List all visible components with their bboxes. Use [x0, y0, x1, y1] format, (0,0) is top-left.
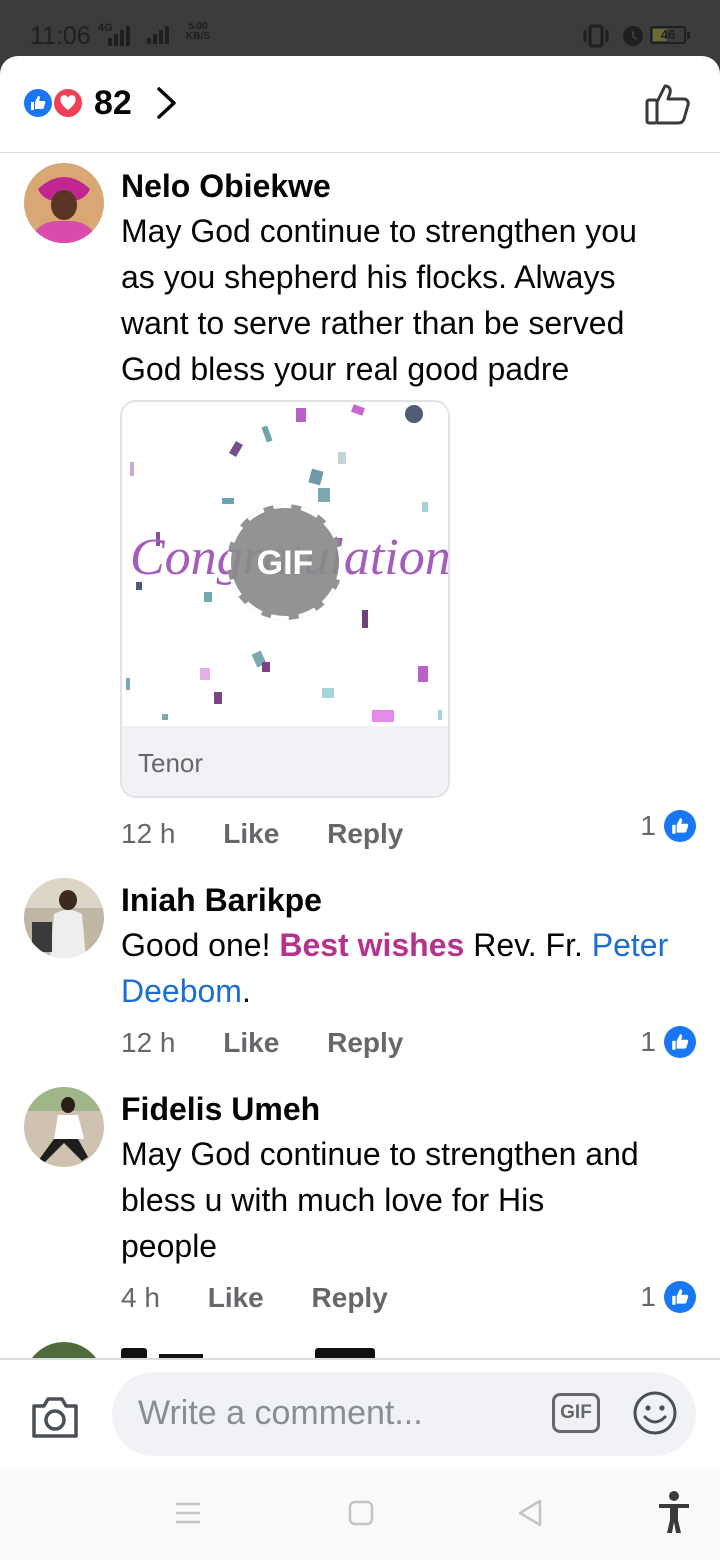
recent-apps-icon[interactable]	[174, 1500, 202, 1526]
network-speed-unit: KB/S	[186, 31, 210, 42]
comment-timestamp[interactable]: 4 h	[121, 1282, 160, 1314]
battery-icon: 46	[650, 26, 690, 44]
like-button[interactable]: Like	[208, 1282, 264, 1314]
like-reaction-icon	[664, 810, 696, 842]
comment-reaction-count: 1	[640, 1026, 656, 1057]
comment-text-part: .	[241, 973, 251, 1009]
comment-text: Good one! Best wishes Rev. Fr. Peter Deeb…	[121, 922, 701, 1014]
signal-icon-2	[147, 26, 169, 44]
network-speed: 5.00 KB/S	[186, 22, 210, 42]
home-icon[interactable]	[348, 1500, 374, 1526]
camera-icon[interactable]	[30, 1394, 80, 1440]
comment-author[interactable]: Fidelis Umeh	[121, 1091, 320, 1128]
comment-line: people	[121, 1228, 218, 1264]
comments-sheet: 82 Nelo Obiekwe May God continue to stre…	[0, 56, 720, 1560]
vibrate-icon	[583, 24, 609, 48]
like-reaction-icon	[664, 1281, 696, 1313]
love-reaction-icon[interactable]	[52, 87, 84, 119]
comment-timestamp[interactable]: 12 h	[121, 1027, 176, 1059]
gif-overlay-label: GIF	[257, 544, 314, 582]
comment-author[interactable]: Iniah Barikpe	[121, 882, 322, 919]
avatar[interactable]	[24, 1087, 104, 1167]
comment-reaction-count: 1	[640, 1281, 656, 1312]
chevron-right-icon[interactable]	[154, 86, 178, 120]
mention-link[interactable]: Peter	[592, 927, 668, 963]
thumbs-up-outline-icon[interactable]	[644, 82, 692, 126]
next-comment-partial	[24, 1342, 104, 1358]
comment-text-part: Good one!	[121, 927, 280, 963]
signal-icon	[108, 26, 130, 46]
comment-timestamp[interactable]: 12 h	[121, 818, 176, 850]
gif-button[interactable]: GIF	[552, 1393, 600, 1433]
emoji-icon[interactable]	[632, 1390, 678, 1436]
accessibility-icon[interactable]	[656, 1490, 692, 1534]
comment-line: May God continue to strengthen and	[121, 1136, 639, 1172]
comment-reactions[interactable]: 1	[640, 810, 696, 842]
comment-actions: 4 h Like Reply	[121, 1282, 428, 1314]
comment-line: bless u with much love for His	[121, 1182, 545, 1218]
comment-line: as you shepherd his flocks. Always	[121, 259, 616, 295]
gif-attachment[interactable]: Congratulations! GIF Tenor	[120, 400, 450, 798]
reply-button[interactable]: Reply	[327, 1027, 403, 1059]
reply-button[interactable]: Reply	[312, 1282, 388, 1314]
reply-button[interactable]: Reply	[327, 818, 403, 850]
reaction-count[interactable]: 82	[94, 84, 132, 123]
comment-line: May God continue to strengthen you	[121, 213, 637, 249]
back-icon[interactable]	[516, 1498, 544, 1528]
comment-text: May God continue to strengthen and bless…	[121, 1131, 701, 1269]
gif-footer: Tenor	[122, 726, 448, 796]
next-comment-author-partial	[121, 1348, 381, 1358]
comment-line: God bless your real good padre	[121, 351, 570, 387]
reactions-header: 82	[0, 56, 720, 153]
like-reaction-icon	[664, 1026, 696, 1058]
comment-text: May God continue to strengthen you as yo…	[121, 208, 701, 392]
comment-reactions[interactable]: 1	[640, 1026, 696, 1058]
avatar[interactable]	[24, 163, 104, 243]
battery-level: 46	[660, 27, 676, 42]
avatar[interactable]	[24, 1342, 104, 1358]
system-navigation-bar	[0, 1468, 720, 1560]
comment-text-part: Rev. Fr.	[464, 927, 592, 963]
comment-actions: 12 h Like Reply	[121, 1027, 443, 1059]
comment-author[interactable]: Nelo Obiekwe	[121, 168, 331, 205]
alarm-icon	[623, 26, 643, 46]
comment-reactions[interactable]: 1	[640, 1281, 696, 1313]
comment-input-placeholder: Write a comment...	[138, 1394, 423, 1432]
status-time: 11:06	[30, 22, 91, 50]
mention-link[interactable]: Deebom	[121, 973, 242, 1009]
gif-preview[interactable]: Congratulations! GIF	[122, 402, 448, 726]
comment-composer: Write a comment... GIF	[0, 1358, 720, 1468]
like-button[interactable]: Like	[223, 818, 279, 850]
comment-input[interactable]: Write a comment... GIF	[112, 1372, 696, 1456]
highlighted-text: Best wishes	[279, 927, 465, 963]
comment-line: want to serve rather than be served	[121, 305, 625, 341]
like-button[interactable]: Like	[223, 1027, 279, 1059]
comment-reaction-count: 1	[640, 810, 656, 841]
avatar[interactable]	[24, 878, 104, 958]
gif-source[interactable]: Tenor	[138, 748, 203, 779]
comment-actions: 12 h Like Reply	[121, 818, 443, 850]
status-bar: 11:06 4G 5.00 KB/S 46	[0, 0, 720, 60]
like-reaction-icon[interactable]	[22, 87, 54, 119]
